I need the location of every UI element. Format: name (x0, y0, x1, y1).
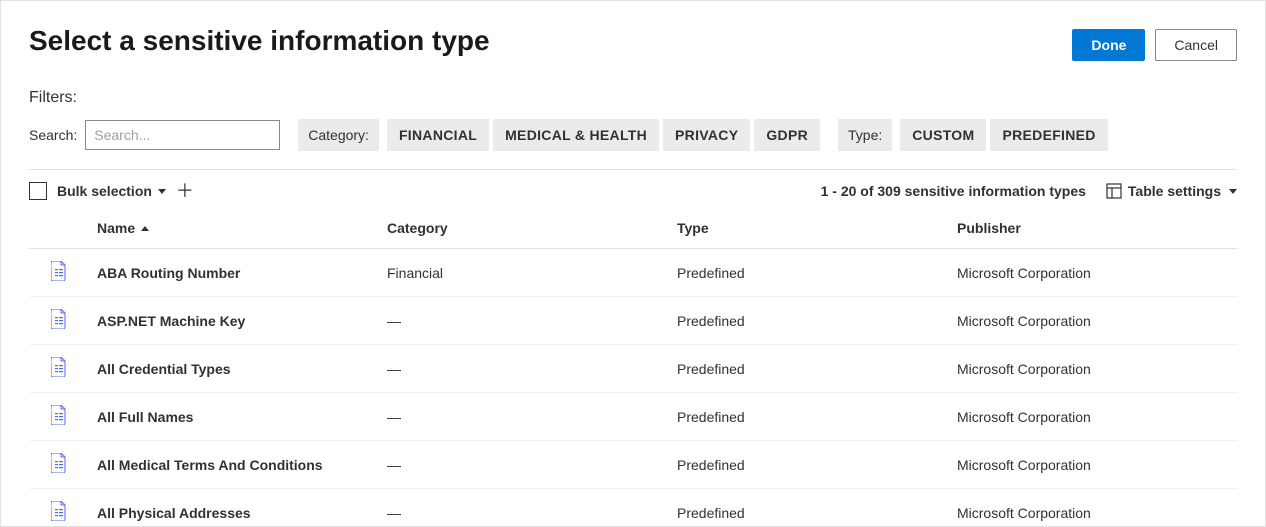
row-publisher: Microsoft Corporation (949, 249, 1237, 297)
col-icon-header (29, 210, 89, 249)
row-name[interactable]: All Physical Addresses (89, 489, 379, 527)
category-chip-privacy[interactable]: PRIVACY (663, 119, 750, 151)
plus-icon[interactable]: ＋ (176, 182, 194, 200)
row-publisher: Microsoft Corporation (949, 393, 1237, 441)
table-row[interactable]: All Full Names—PredefinedMicrosoft Corpo… (29, 393, 1237, 441)
col-type-header[interactable]: Type (669, 210, 949, 249)
row-type: Predefined (669, 489, 949, 527)
document-icon (51, 261, 67, 281)
category-chip-financial[interactable]: FINANCIAL (387, 119, 489, 151)
bulk-selection-label: Bulk selection (57, 183, 152, 199)
type-chip-predefined[interactable]: PREDEFINED (990, 119, 1107, 151)
search-group: Search: (29, 120, 280, 150)
document-icon (51, 309, 67, 329)
table-row[interactable]: All Credential Types—PredefinedMicrosoft… (29, 345, 1237, 393)
table-settings-icon (1106, 183, 1122, 199)
header-row: Select a sensitive information type Done… (29, 25, 1237, 61)
search-label: Search: (29, 127, 77, 143)
type-chips: CUSTOM PREDEFINED (900, 119, 1107, 151)
row-icon-cell (29, 489, 89, 527)
row-name[interactable]: All Medical Terms And Conditions (89, 441, 379, 489)
row-icon-cell (29, 345, 89, 393)
chevron-down-icon (1229, 189, 1237, 194)
toolbar-right: 1 - 20 of 309 sensitive information type… (821, 183, 1237, 199)
row-type: Predefined (669, 297, 949, 345)
filters-label: Filters: (29, 89, 1237, 107)
row-icon-cell (29, 441, 89, 489)
row-name[interactable]: ABA Routing Number (89, 249, 379, 297)
col-publisher-header[interactable]: Publisher (949, 210, 1237, 249)
document-icon (51, 405, 67, 425)
col-category-header[interactable]: Category (379, 210, 669, 249)
header-actions: Done Cancel (1072, 29, 1237, 61)
type-group: Type: CUSTOM PREDEFINED (838, 119, 1108, 151)
type-label: Type: (838, 119, 892, 151)
row-type: Predefined (669, 249, 949, 297)
document-icon (51, 501, 67, 521)
cancel-button[interactable]: Cancel (1155, 29, 1237, 61)
document-icon (51, 453, 67, 473)
col-name-label: Name (97, 220, 135, 236)
table-row[interactable]: ABA Routing NumberFinancialPredefinedMic… (29, 249, 1237, 297)
page-title: Select a sensitive information type (29, 25, 490, 57)
row-category: — (379, 489, 669, 527)
row-publisher: Microsoft Corporation (949, 345, 1237, 393)
table-row[interactable]: All Medical Terms And Conditions—Predefi… (29, 441, 1237, 489)
row-name[interactable]: All Credential Types (89, 345, 379, 393)
done-button[interactable]: Done (1072, 29, 1145, 61)
table-row[interactable]: ASP.NET Machine Key—PredefinedMicrosoft … (29, 297, 1237, 345)
row-type: Predefined (669, 345, 949, 393)
category-chips: FINANCIAL MEDICAL & HEALTH PRIVACY GDPR (387, 119, 820, 151)
bulk-selection-dropdown[interactable]: Bulk selection (57, 183, 166, 199)
panel: Select a sensitive information type Done… (0, 0, 1266, 527)
row-icon-cell (29, 393, 89, 441)
row-name[interactable]: ASP.NET Machine Key (89, 297, 379, 345)
toolbar-left: Bulk selection ＋ (29, 182, 194, 200)
row-icon-cell (29, 249, 89, 297)
category-chip-medical-health[interactable]: MEDICAL & HEALTH (493, 119, 659, 151)
row-name[interactable]: All Full Names (89, 393, 379, 441)
category-chip-gdpr[interactable]: GDPR (754, 119, 820, 151)
table-row[interactable]: All Physical Addresses—PredefinedMicroso… (29, 489, 1237, 527)
chevron-down-icon (158, 189, 166, 194)
table-settings-label: Table settings (1128, 183, 1221, 199)
row-icon-cell (29, 297, 89, 345)
table-settings-button[interactable]: Table settings (1106, 183, 1237, 199)
search-input[interactable] (85, 120, 280, 150)
row-type: Predefined (669, 441, 949, 489)
row-publisher: Microsoft Corporation (949, 489, 1237, 527)
row-publisher: Microsoft Corporation (949, 441, 1237, 489)
filters-row: Search: Category: FINANCIAL MEDICAL & HE… (29, 119, 1237, 151)
col-name-header[interactable]: Name (89, 210, 379, 249)
document-icon (51, 357, 67, 377)
sort-asc-icon (141, 226, 149, 231)
pager-text: 1 - 20 of 309 sensitive information type… (821, 183, 1086, 199)
bulk-checkbox[interactable] (29, 182, 47, 200)
row-category: — (379, 393, 669, 441)
table-toolbar: Bulk selection ＋ 1 - 20 of 309 sensitive… (29, 182, 1237, 200)
row-publisher: Microsoft Corporation (949, 297, 1237, 345)
row-type: Predefined (669, 393, 949, 441)
sit-table: Name Category Type Publisher ABA Routing… (29, 210, 1237, 527)
category-label: Category: (298, 119, 379, 151)
row-category: — (379, 297, 669, 345)
divider (29, 169, 1237, 170)
row-category: Financial (379, 249, 669, 297)
type-chip-custom[interactable]: CUSTOM (900, 119, 986, 151)
row-category: — (379, 441, 669, 489)
category-group: Category: FINANCIAL MEDICAL & HEALTH PRI… (298, 119, 820, 151)
row-category: — (379, 345, 669, 393)
